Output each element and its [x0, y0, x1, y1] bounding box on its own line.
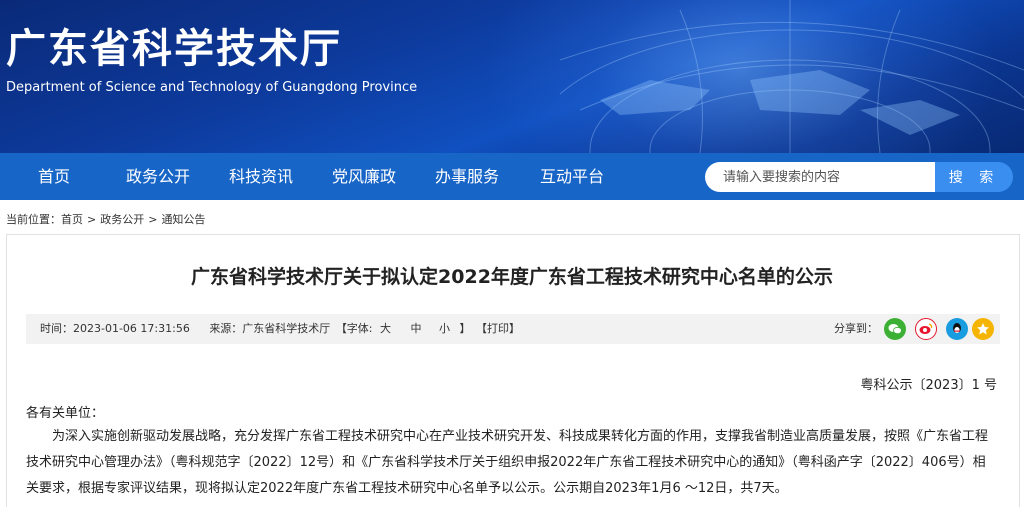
font-size-medium-link[interactable]: 中 [411, 322, 422, 335]
search-input[interactable] [705, 162, 935, 192]
site-title: 广东省科学技术厅 [6, 26, 342, 72]
breadcrumb: 当前位置：首页 > 政务公开 > 通知公告 [6, 211, 205, 227]
nav-item-integrity[interactable]: 党风廉政 [314, 153, 414, 200]
nav-item-interaction[interactable]: 互动平台 [522, 153, 622, 200]
font-size-close: 】 [459, 322, 471, 335]
nav-item-government-affairs[interactable]: 政务公开 [108, 153, 208, 200]
site-subtitle: Department of Science and Technology of … [6, 80, 418, 95]
header-banner: 广东省科学技术厅 Department of Science and Techn… [0, 0, 1024, 153]
publish-time: 时间：2023-01-06 17:31:56 [40, 322, 190, 335]
nav-item-tech-news[interactable]: 科技资讯 [211, 153, 311, 200]
article-meta-bar: 时间：2023-01-06 17:31:56 来源：广东省科学技术厅 【字体: … [26, 314, 1000, 344]
breadcrumb-home[interactable]: 首页 [61, 213, 83, 226]
breadcrumb-separator: > [148, 213, 158, 226]
font-size-large-link[interactable]: 大 [380, 322, 391, 335]
article-meta-info: 时间：2023-01-06 17:31:56 来源：广东省科学技术厅 【字体: … [40, 314, 522, 344]
article-source: 来源：广东省科学技术厅 [209, 322, 331, 335]
breadcrumb-government-affairs[interactable]: 政务公开 [100, 213, 144, 226]
font-size-small-link[interactable]: 小 [439, 322, 450, 335]
weibo-icon[interactable] [915, 318, 937, 340]
share-label: 分享到： [834, 322, 878, 335]
article-title: 广东省科学技术厅关于拟认定2022年度广东省工程技术研究中心名单的公示 [191, 266, 833, 288]
banner-globe-graphic [560, 0, 1024, 153]
font-size-label: 【字体: [335, 322, 373, 335]
breadcrumb-notices[interactable]: 通知公告 [161, 213, 205, 226]
search-button[interactable]: 搜 索 [935, 162, 1013, 192]
qq-icon[interactable] [946, 318, 968, 340]
qzone-icon[interactable] [972, 318, 994, 340]
article-body-paragraph: 为深入实施创新驱动发展战略，充分发挥广东省工程技术研究中心在产业技术研究开发、科… [26, 429, 989, 496]
wechat-icon[interactable] [884, 318, 906, 340]
print-link[interactable]: 【打印】 [476, 322, 520, 335]
breadcrumb-prefix: 当前位置： [6, 213, 61, 226]
nav-item-home[interactable]: 首页 [4, 153, 104, 200]
nav-item-services[interactable]: 办事服务 [417, 153, 517, 200]
document-number: 粤科公示〔2023〕1 号 [860, 378, 998, 393]
breadcrumb-separator: > [87, 213, 97, 226]
salutation: 各有关单位： [26, 406, 105, 421]
